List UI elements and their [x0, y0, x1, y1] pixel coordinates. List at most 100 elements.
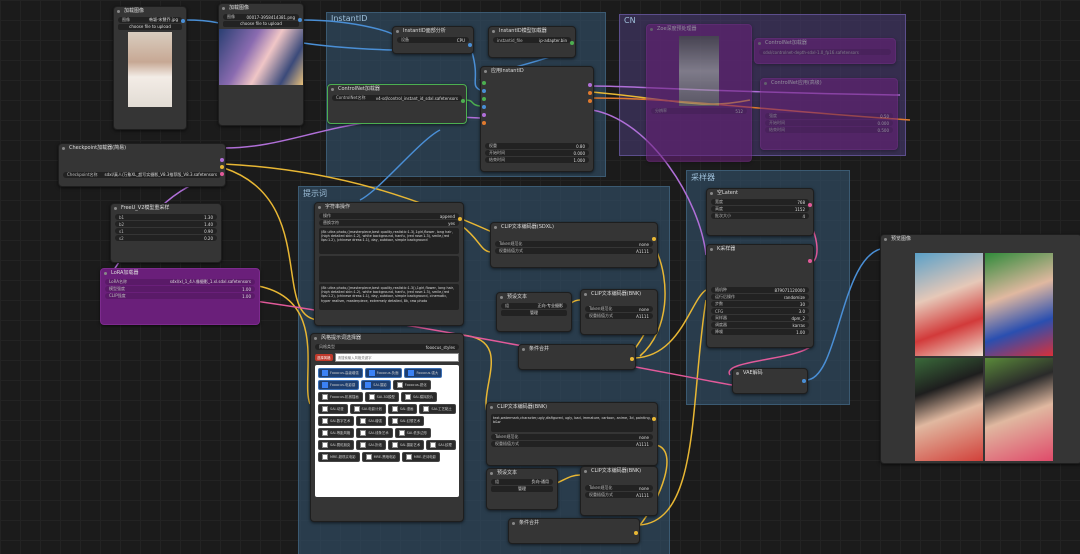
freeu-node[interactable]: FreeU_V2模型重采样 b1 1.30 b2 1.40 s1 0.90 s2 0.2… — [110, 203, 222, 263]
end-slider[interactable]: 结束时间 1.000 — [485, 157, 589, 163]
style-checkbox[interactable]: SAI-动漫 — [318, 404, 348, 414]
style-search-input[interactable] — [334, 353, 459, 362]
weight-slider[interactable]: 权重 0.80 — [485, 143, 589, 149]
b2-slider[interactable]: b2 1.40 — [115, 221, 217, 227]
style-checkbox[interactable]: SAI-折纸 — [356, 440, 386, 450]
cn-apply-advanced-node[interactable]: ControlNet应用(高级) 强度 0.50 开始时间 0.000 结束时间 0.… — [760, 78, 898, 150]
checkpoint-select[interactable]: Checkpoint名称 sdxl/真人/万象XL_超写实摄影_V8.3推荐版_V… — [63, 172, 221, 178]
style-checkbox[interactable]: Fooocus-锐化 — [392, 380, 431, 390]
start-slider[interactable]: 开始时间 0.000 — [765, 120, 893, 126]
output-port[interactable] — [652, 417, 656, 421]
clip-encoder-negative-node[interactable]: CLIP文本编码器(BNK) text,watermark,character,… — [486, 402, 658, 466]
output-port[interactable] — [461, 99, 465, 103]
output-port[interactable] — [468, 43, 472, 47]
output-port[interactable] — [220, 172, 224, 176]
style-checkbox[interactable]: SAI-摄影艺术 — [387, 440, 425, 450]
output-port[interactable] — [634, 531, 638, 535]
width-slider[interactable]: 宽度 768 — [711, 199, 809, 205]
style-checkbox[interactable]: SAI-线条艺术 — [356, 428, 393, 438]
style-checkbox[interactable]: SAI-工艺黏土 — [419, 404, 456, 414]
end-slider[interactable]: 结束时间 0.500 — [765, 127, 893, 133]
style-checkbox[interactable]: SAI-3D模型 — [364, 392, 399, 402]
ksampler-widget[interactable]: 降噪 1.00 — [711, 329, 809, 335]
clip-strength-slider[interactable]: CLIP强度 1.00 — [105, 293, 255, 299]
output-port[interactable] — [652, 237, 656, 241]
result-image[interactable] — [915, 358, 983, 461]
style-checkbox[interactable]: Fooocus-强大 — [404, 368, 443, 378]
result-image[interactable] — [985, 358, 1053, 461]
style-checkbox[interactable]: Fooocus-机械插画 — [318, 392, 363, 402]
s1-slider[interactable]: s1 0.90 — [115, 228, 217, 234]
input-port[interactable] — [482, 121, 486, 125]
weight-interpretation-select[interactable]: 权重插值方式 A1111 — [585, 313, 653, 319]
output-port[interactable] — [298, 18, 302, 22]
clip-encoder-negative-node-2[interactable]: CLIP文本编码器(BNK) Token规范化 none 权重插值方式 A1111 — [580, 466, 658, 516]
upload-button[interactable]: choose file to upload — [223, 21, 299, 27]
token-normalization-select[interactable]: Token规范化 none — [585, 485, 653, 491]
preset-text-node-1[interactable]: 预设文本 组 正向-专业摄影 管理 — [496, 292, 572, 332]
replace-select[interactable]: 替换字符 yes — [319, 220, 459, 226]
style-checkbox[interactable]: SAI-低多边形 — [394, 428, 431, 438]
style-checkbox[interactable]: SAI-模拟胶片 — [400, 392, 438, 402]
ksampler-widget[interactable]: 调度器 karras — [711, 322, 809, 328]
style-checkbox[interactable]: SAI-纹理 — [426, 440, 456, 450]
input-port[interactable] — [482, 81, 486, 85]
conditioning-combine-node-1[interactable]: 条件合并 — [518, 344, 636, 370]
start-slider[interactable]: 开始时间 0.000 — [485, 150, 589, 156]
style-checkbox[interactable]: SAI-摄影 — [361, 380, 391, 390]
controlnet-loader-node[interactable]: ControlNet加载器 ControlNet名称 v4-sd/control_… — [327, 84, 467, 124]
output-port[interactable] — [630, 357, 634, 361]
height-slider[interactable]: 高度 1152 — [711, 206, 809, 212]
negative-prompt-input[interactable]: text,watermark,character,ugly,disfigured… — [491, 414, 653, 432]
output-port[interactable] — [808, 259, 812, 263]
preset-group-select[interactable]: 组 负向-通用 — [491, 479, 553, 485]
style-checkbox[interactable]: SAI-电影计划 — [349, 404, 386, 414]
controlnet-select[interactable]: ControlNet名称 v4-sd/control_instant_id_sdx… — [332, 95, 462, 101]
preset-group-select[interactable]: 组 正向-专业摄影 — [501, 303, 567, 309]
input-port[interactable] — [482, 105, 486, 109]
style-selector-node[interactable]: 风格提示词选择器 风格类型 fooocus_styles 选择风格 Fooocus… — [310, 333, 464, 522]
ksampler-node[interactable]: K采样器 随机种 879071120000 运行后操作 randomize 步数 30 CF… — [706, 244, 814, 348]
style-checkbox[interactable]: Fooocus-高级增强 — [318, 368, 363, 378]
token-normalization-select[interactable]: Token规范化 none — [495, 241, 653, 247]
result-image[interactable] — [985, 253, 1053, 356]
lora-select[interactable]: LoRA名称 sdxl/xl_1_4人像摄影_1.xl.sdxl.safetens… — [105, 279, 255, 285]
instantid-file-select[interactable]: instantid_file ip-adapter.bin — [493, 37, 571, 43]
weight-interpretation-select[interactable]: 权重插值方式 A1111 — [495, 248, 653, 254]
instantid-loader-node[interactable]: InstantID模型加载器 instantid_file ip-adapter.… — [488, 26, 576, 58]
output-port[interactable] — [181, 19, 185, 23]
token-normalization-select[interactable]: Token规范化 none — [585, 306, 653, 312]
ksampler-widget[interactable]: 随机种 879071120000 — [711, 287, 809, 293]
input-port[interactable] — [482, 97, 486, 101]
string-operation-node[interactable]: 字符串操作 操作 append 替换字符 yes (8k ultra photo,(… — [314, 202, 464, 326]
vae-decode-node[interactable]: VAE解码 — [732, 368, 808, 394]
ksampler-widget[interactable]: 采样器 dpm_2 — [711, 315, 809, 321]
s2-slider[interactable]: s2 0.20 — [115, 235, 217, 241]
output-port[interactable] — [220, 158, 224, 162]
output-port[interactable] — [458, 217, 462, 221]
output-port[interactable] — [570, 41, 574, 45]
output-port[interactable] — [220, 165, 224, 169]
ksampler-widget[interactable]: 运行后操作 randomize — [711, 294, 809, 300]
image-select[interactable]: 图像 韩颖-宋慧乔.jpg — [118, 17, 182, 23]
cn-controlnet-loader-node[interactable]: ControlNet加载器 sdxl/controlnet-depth-sdxl… — [754, 38, 896, 64]
result-image[interactable] — [915, 253, 983, 356]
style-checkbox[interactable]: SAI-漫画 — [387, 404, 418, 414]
output-port[interactable] — [808, 203, 812, 207]
preset-text-node-2[interactable]: 预设文本 组 负向-通用 管理 — [486, 468, 558, 510]
cn-depth-preprocessor-node[interactable]: Zoe深度预处理器 分辨率 512 — [646, 24, 752, 162]
output-port[interactable] — [588, 83, 592, 87]
style-checkbox[interactable]: SAI-幻想艺术 — [387, 416, 425, 426]
node-canvas[interactable]: InstantID CN 采样器 提示词 加载图像 图像 韩颖-宋慧乔.jpg … — [0, 0, 1080, 554]
controlnet-select[interactable]: sdxl/controlnet-depth-sdxl-1.0_fp16.safe… — [759, 49, 891, 55]
style-checkbox[interactable]: MRE-史诗电影 — [401, 452, 441, 462]
preview-image-node[interactable]: 预览图像 — [880, 234, 1080, 464]
weight-interpretation-select[interactable]: 权重插值方式 A1111 — [491, 441, 653, 447]
input-port[interactable] — [482, 113, 486, 117]
upload-button[interactable]: choose file to upload — [118, 24, 182, 30]
operation-select[interactable]: 操作 append — [319, 213, 459, 219]
weight-interpretation-select[interactable]: 权重插值方式 A1111 — [585, 492, 653, 498]
ksampler-widget[interactable]: CFG 3.0 — [711, 308, 809, 314]
style-checkbox[interactable]: SAI-霓虹朋克 — [318, 440, 355, 450]
append-text-input[interactable] — [319, 256, 459, 282]
